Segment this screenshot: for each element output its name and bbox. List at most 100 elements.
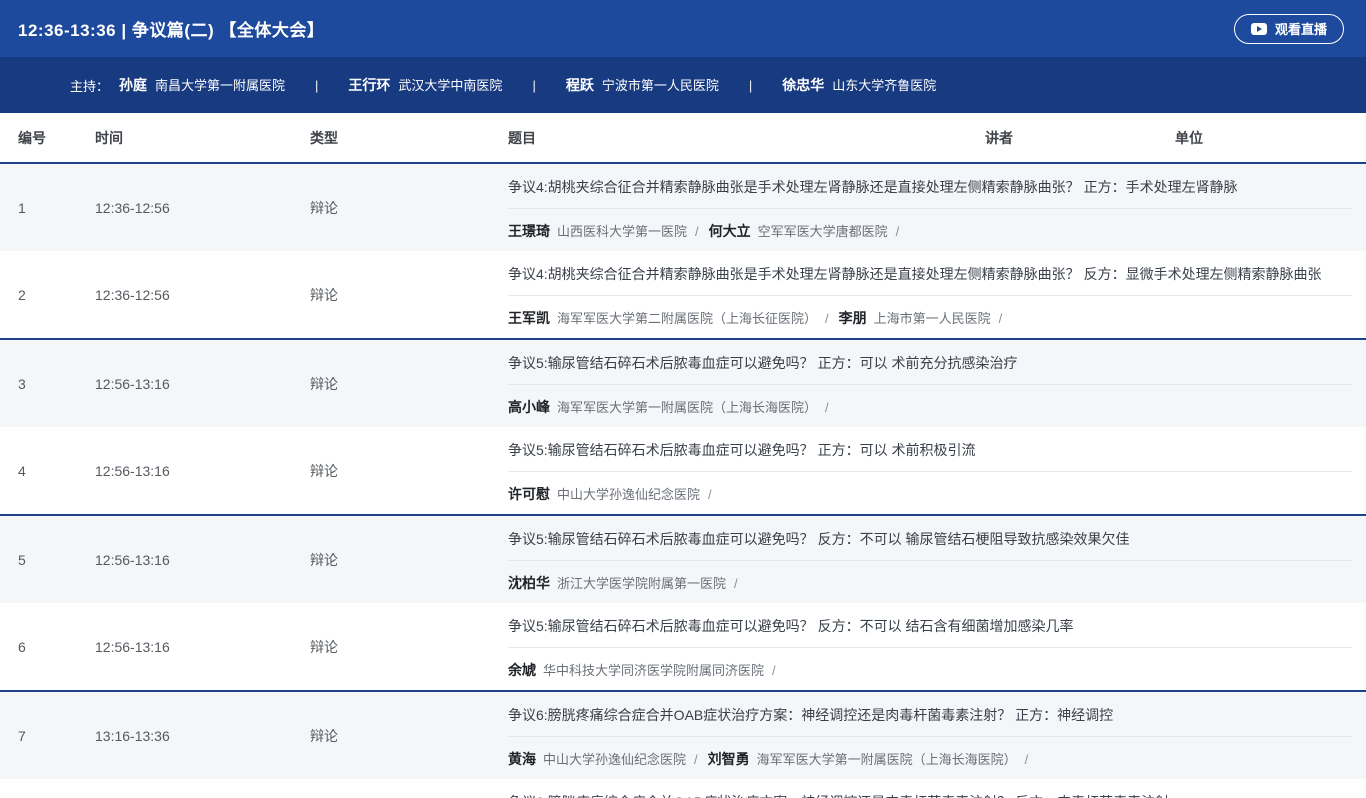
- speaker-separator: /: [708, 487, 712, 502]
- row-type: 辩论: [310, 779, 508, 798]
- column-header-organization: 单位: [1175, 128, 1366, 148]
- table-row: 512:56-13:16辩论争议5:输尿管结石碎石术后脓毒血症可以避免吗？ 反方…: [0, 514, 1366, 603]
- moderator-item: 王行环武汉大学中南医院: [348, 75, 502, 95]
- session-title: 12:36-13:36 | 争议篇(二) 【全体大会】: [18, 16, 324, 41]
- moderator-separator: |: [315, 78, 318, 93]
- row-number: 2: [18, 251, 95, 338]
- row-time: 13:16-13:36: [95, 779, 310, 798]
- speaker-separator: /: [999, 311, 1003, 326]
- row-time: 12:56-13:16: [95, 516, 310, 603]
- row-title: 争议5:输尿管结石碎石术后脓毒血症可以避免吗？ 反方：不可以 输尿管结石梗阻导致…: [508, 529, 1352, 561]
- moderator-organization: 南昌大学第一附属医院: [155, 75, 285, 94]
- row-time: 12:36-12:56: [95, 251, 310, 338]
- row-time: 12:56-13:16: [95, 603, 310, 690]
- row-main: 争议6:膀胱疼痛综合症合并OAB症状治疗方案：神经调控还是肉毒杆菌毒素注射？ 正…: [508, 692, 1366, 779]
- row-type: 辩论: [310, 164, 508, 251]
- speaker-name: 余虓: [508, 660, 536, 680]
- speaker-name: 李朋: [839, 308, 867, 328]
- table-row: 412:56-13:16辩论争议5:输尿管结石碎石术后脓毒血症可以避免吗？ 正方…: [0, 427, 1366, 514]
- row-title: 争议4:胡桃夹综合征合并精索静脉曲张是手术处理左肾静脉还是直接处理左侧精索静脉曲…: [508, 177, 1352, 209]
- speaker-separator: /: [695, 224, 699, 239]
- row-type: 辩论: [310, 692, 508, 779]
- speaker-separator: /: [734, 576, 738, 591]
- row-title: 争议6:膀胱疼痛综合症合并OAB症状治疗方案：神经调控还是肉毒杆菌毒素注射？ 正…: [508, 705, 1352, 737]
- table-row: 212:36-12:56辩论争议4:胡桃夹综合征合并精索静脉曲张是手术处理左肾静…: [0, 251, 1366, 338]
- row-type: 辩论: [310, 340, 508, 427]
- row-title: 争议6:膀胱疼痛综合症合并OAB症状治疗方案：神经调控还是肉毒杆菌毒素注射？ 反…: [508, 792, 1352, 798]
- row-main: 争议4:胡桃夹综合征合并精索静脉曲张是手术处理左肾静脉还是直接处理左侧精索静脉曲…: [508, 251, 1366, 338]
- moderator-name: 孙庭: [119, 75, 147, 95]
- row-main: 争议6:膀胱疼痛综合症合并OAB症状治疗方案：神经调控还是肉毒杆菌毒素注射？ 反…: [508, 779, 1366, 798]
- row-main: 争议4:胡桃夹综合征合并精索静脉曲张是手术处理左肾静脉还是直接处理左侧精索静脉曲…: [508, 164, 1366, 251]
- column-header-number: 编号: [18, 128, 95, 148]
- row-type: 辩论: [310, 603, 508, 690]
- speaker-organization: 海军军医大学第一附属医院（上海长海医院）: [557, 397, 817, 416]
- row-number: 6: [18, 603, 95, 690]
- table-row: 312:56-13:16辩论争议5:输尿管结石碎石术后脓毒血症可以避免吗？ 正方…: [0, 338, 1366, 427]
- row-speakers: 王璟琦山西医科大学第一医院/何大立空军军医大学唐都医院/: [508, 209, 1352, 241]
- moderators-list: 孙庭南昌大学第一附属医院 | 王行环武汉大学中南医院 | 程跃宁波市第一人民医院 | 徐忠华…: [119, 75, 936, 95]
- row-title: 争议5:输尿管结石碎石术后脓毒血症可以避免吗？ 正方：可以 术前积极引流: [508, 440, 1352, 472]
- moderators-label: 主持：: [70, 76, 109, 95]
- table-header-row: 编号 时间 类型 题目 讲者 单位: [0, 113, 1366, 162]
- speaker-separator: /: [825, 400, 829, 415]
- column-header-title: 题目: [508, 128, 985, 148]
- row-time: 13:16-13:36: [95, 692, 310, 779]
- watch-live-label: 观看直播: [1275, 19, 1327, 38]
- moderator-item: 程跃宁波市第一人民医院: [566, 75, 719, 95]
- session-header-bar: 12:36-13:36 | 争议篇(二) 【全体大会】 观看直播: [0, 0, 1366, 57]
- row-time: 12:56-13:16: [95, 340, 310, 427]
- speaker-separator: /: [825, 311, 829, 326]
- speaker-name: 许可慰: [508, 484, 550, 504]
- row-main: 争议5:输尿管结石碎石术后脓毒血症可以避免吗？ 反方：不可以 输尿管结石梗阻导致…: [508, 516, 1366, 603]
- row-time: 12:56-13:16: [95, 427, 310, 514]
- session-schedule-page: 12:36-13:36 | 争议篇(二) 【全体大会】 观看直播 主持： 孙庭南…: [0, 0, 1366, 798]
- speaker-name: 王璟琦: [508, 221, 550, 241]
- speaker-organization: 山西医科大学第一医院: [557, 221, 687, 240]
- row-speakers: 沈柏华浙江大学医学院附属第一医院 /: [508, 561, 1352, 593]
- schedule-rows: 112:36-12:56辩论争议4:胡桃夹综合征合并精索静脉曲张是手术处理左肾静…: [0, 162, 1366, 798]
- row-speakers: 许可慰中山大学孙逸仙纪念医院 /: [508, 472, 1352, 504]
- row-title: 争议4:胡桃夹综合征合并精索静脉曲张是手术处理左肾静脉还是直接处理左侧精索静脉曲…: [508, 264, 1352, 296]
- moderator-name: 徐忠华: [782, 75, 824, 95]
- row-number: 5: [18, 516, 95, 603]
- row-type: 辩论: [310, 251, 508, 338]
- table-row: 112:36-12:56辩论争议4:胡桃夹综合征合并精索静脉曲张是手术处理左肾静…: [0, 162, 1366, 251]
- row-number: 3: [18, 340, 95, 427]
- moderator-name: 程跃: [566, 75, 594, 95]
- table-row: 713:16-13:36辩论争议6:膀胱疼痛综合症合并OAB症状治疗方案：神经调…: [0, 690, 1366, 779]
- row-type: 辩论: [310, 516, 508, 603]
- speaker-name: 黄海: [508, 749, 536, 769]
- speaker-name: 沈柏华: [508, 573, 550, 593]
- speaker-organization: 中山大学孙逸仙纪念医院: [543, 749, 686, 768]
- moderator-organization: 山东大学齐鲁医院: [832, 75, 936, 94]
- moderator-item: 徐忠华山东大学齐鲁医院: [782, 75, 936, 95]
- row-speakers: 余虓华中科技大学同济医学院附属同济医院/: [508, 648, 1352, 680]
- row-number: 1: [18, 164, 95, 251]
- row-main: 争议5:输尿管结石碎石术后脓毒血症可以避免吗？ 反方：不可以 结石含有细菌增加感…: [508, 603, 1366, 690]
- row-number: 4: [18, 427, 95, 514]
- speaker-organization: 华中科技大学同济医学院附属同济医院: [543, 660, 764, 679]
- play-icon: [1251, 23, 1267, 35]
- speaker-separator: /: [896, 224, 900, 239]
- moderator-organization: 宁波市第一人民医院: [602, 75, 719, 94]
- row-number: 8: [18, 779, 95, 798]
- speaker-organization: 中山大学孙逸仙纪念医院: [557, 484, 700, 503]
- speaker-organization: 海军军医大学第一附属医院（上海长海医院）: [757, 749, 1017, 768]
- moderators-bar: 主持： 孙庭南昌大学第一附属医院 | 王行环武汉大学中南医院 | 程跃宁波市第一人民医院…: [0, 57, 1366, 113]
- table-row: 813:16-13:36辩论争议6:膀胱疼痛综合症合并OAB症状治疗方案：神经调…: [0, 779, 1366, 798]
- row-speakers: 王军凯海军军医大学第二附属医院（上海长征医院）/李朋上海市第一人民医院/: [508, 296, 1352, 328]
- moderator-name: 王行环: [348, 75, 390, 95]
- moderator-separator: |: [532, 78, 535, 93]
- column-header-speaker: 讲者: [985, 128, 1175, 148]
- moderator-item: 孙庭南昌大学第一附属医院: [119, 75, 285, 95]
- speaker-organization: 浙江大学医学院附属第一医院: [557, 573, 726, 592]
- watch-live-button[interactable]: 观看直播: [1234, 14, 1344, 44]
- moderator-separator: |: [749, 78, 752, 93]
- row-main: 争议5:输尿管结石碎石术后脓毒血症可以避免吗？ 正方：可以 术前积极引流许可慰中…: [508, 427, 1366, 514]
- moderator-organization: 武汉大学中南医院: [398, 75, 502, 94]
- speaker-name: 王军凯: [508, 308, 550, 328]
- row-speakers: 黄海中山大学孙逸仙纪念医院/刘智勇海军军医大学第一附属医院（上海长海医院）/: [508, 737, 1352, 769]
- row-number: 7: [18, 692, 95, 779]
- speaker-organization: 海军军医大学第二附属医院（上海长征医院）: [557, 308, 817, 327]
